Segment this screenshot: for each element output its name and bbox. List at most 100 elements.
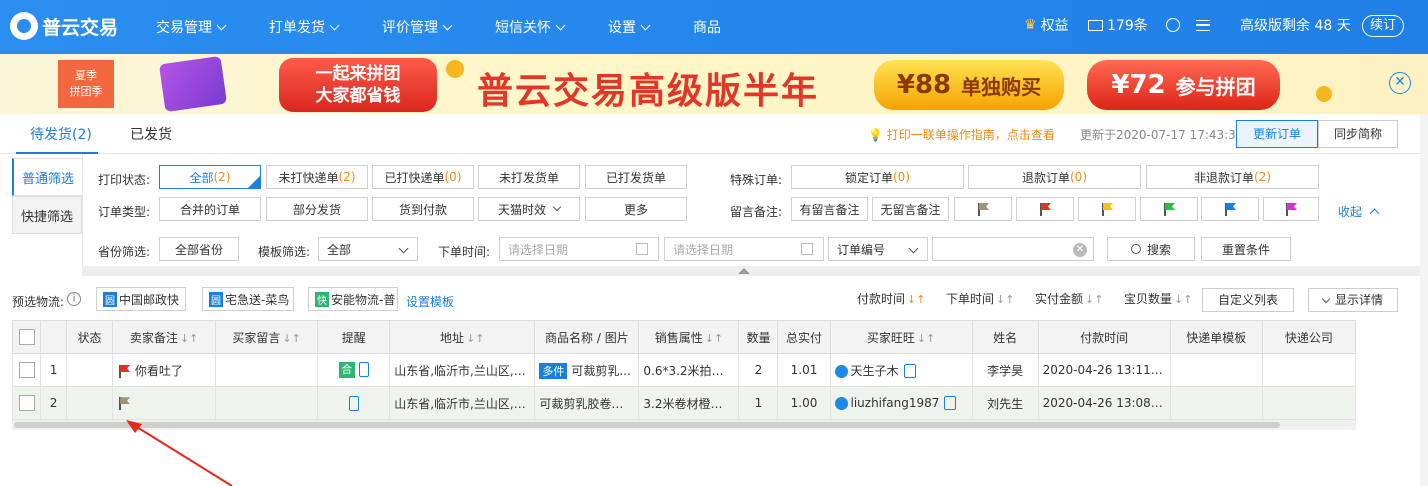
order-type-partial[interactable]: 部分发货	[266, 197, 368, 221]
tab-normal-filter[interactable]: 普通筛选	[12, 158, 82, 196]
info-icon[interactable]: i	[67, 292, 81, 306]
table-row[interactable]: 2 山东省,临沂市,兰山区,金... 可裁剪乳胶卷材... 3.2米卷材橙色*1…	[11, 386, 1357, 420]
col-attr[interactable]: 销售属性 ↓↑	[638, 320, 740, 354]
col-express-template: 快递单模板	[1169, 320, 1263, 354]
end-date-input[interactable]: 请选择日期	[664, 237, 824, 261]
province-all-button[interactable]: 全部省份	[159, 237, 239, 261]
page-vertical-scrollbar[interactable]	[1420, 114, 1428, 486]
banner-close-icon[interactable]: ✕	[1389, 72, 1411, 94]
nav-item-review[interactable]: 评价管理	[382, 17, 453, 37]
row-seller-note[interactable]	[112, 386, 217, 420]
reset-button[interactable]: 重置条件	[1201, 237, 1291, 261]
col-buyer-message[interactable]: 买家留言 ↓↑	[215, 320, 319, 354]
join-group-button[interactable]: ¥72 参与拼团	[1087, 60, 1280, 110]
row-seller-note[interactable]: 你看吐了	[112, 353, 217, 387]
flag-icon[interactable]	[117, 364, 131, 378]
filter-collapse-bar[interactable]	[82, 266, 1422, 276]
nav-item-settings[interactable]: 设置	[608, 17, 651, 37]
table-row[interactable]: 1 你看吐了 合 山东省,临沂市,兰山区,金... 多件 可裁剪乳... 0.6*…	[11, 353, 1357, 387]
collapse-filters-link[interactable]: 收起	[1338, 203, 1380, 220]
sort-pay-time[interactable]: 付款时间 ↓↑	[857, 290, 925, 307]
order-type-tmall-timing[interactable]: 天猫时效	[478, 197, 580, 221]
update-orders-button[interactable]: 更新订单	[1236, 120, 1318, 148]
show-detail-button[interactable]: 显示详情	[1308, 288, 1398, 312]
promo-banner[interactable]: 夏季 拼团季 一起来拼团 大家都省钱 普云交易高级版半年 ¥88 单独购买 ¥7…	[0, 54, 1428, 114]
messages-link[interactable]: 179条	[1088, 0, 1148, 50]
print-status-unprinted-ship[interactable]: 未打发货单	[478, 165, 580, 189]
print-guide-link[interactable]: 💡 打印一联单操作指南，点击查看	[868, 126, 1055, 143]
nav-item-goods[interactable]: 商品	[693, 17, 721, 37]
row-express-company[interactable]	[1261, 353, 1357, 387]
order-type-merged[interactable]: 合并的订单	[159, 197, 261, 221]
sort-order-time[interactable]: 下单时间 ↓↑	[946, 290, 1014, 307]
rights-link[interactable]: ♛ 权益	[1024, 0, 1069, 50]
template-select[interactable]: 全部	[318, 237, 418, 261]
row-select-cell[interactable]	[11, 386, 42, 420]
row-product[interactable]: 多件 可裁剪乳...	[534, 353, 640, 387]
print-status-unprinted-express[interactable]: 未打快递单 (2)	[266, 165, 368, 189]
select-all-checkbox[interactable]	[18, 329, 35, 345]
remark-none[interactable]: 无留言备注	[872, 197, 949, 221]
row-product[interactable]: 可裁剪乳胶卷材...	[534, 386, 640, 420]
order-field-select[interactable]: 订单编号	[828, 237, 928, 261]
order-type-more[interactable]: 更多	[585, 197, 687, 221]
custom-columns-button[interactable]: 自定义列表	[1202, 288, 1294, 312]
nav-item-sms[interactable]: 短信关怀	[495, 17, 566, 37]
row-express-template[interactable]	[1169, 386, 1263, 420]
row-buyer[interactable]: 天生子木	[829, 353, 973, 387]
flag-filter-blue[interactable]	[1201, 197, 1259, 221]
sort-amount[interactable]: 实付金额 ↓↑	[1035, 290, 1103, 307]
nav-item-print[interactable]: 打单发货	[269, 17, 340, 37]
flag-filter-green[interactable]	[1140, 197, 1198, 221]
logistics-chip-anneng[interactable]: 快 安能物流-普	[308, 287, 398, 311]
menu-list-icon[interactable]	[1196, 0, 1210, 50]
row-checkbox[interactable]	[18, 395, 35, 411]
flag-filter-purple[interactable]	[1263, 197, 1319, 221]
clear-icon[interactable]: ✕	[1073, 243, 1087, 257]
chevron-up-icon	[1369, 208, 1380, 219]
flag-filter-yellow[interactable]	[1078, 197, 1136, 221]
flag-filter-red[interactable]	[1016, 197, 1074, 221]
remark-has[interactable]: 有留言备注	[791, 197, 868, 221]
logistics-badge: 快	[315, 291, 329, 307]
buy-single-button[interactable]: ¥88 单独购买	[874, 60, 1064, 110]
select-all-cell[interactable]	[11, 320, 42, 354]
print-status-printed-express[interactable]: 已打快递单 (0)	[372, 165, 474, 189]
app-logo[interactable]: 普云交易	[10, 12, 118, 40]
flag-icon[interactable]	[117, 396, 131, 411]
col-seller-note[interactable]: 卖家备注 ↓↑	[112, 320, 217, 354]
tab-shipped[interactable]: 已发货	[130, 124, 172, 144]
special-locked[interactable]: 锁定订单 (0)	[791, 165, 964, 189]
service-icon[interactable]	[1166, 0, 1180, 50]
sort-qty[interactable]: 宝贝数量 ↓↑	[1124, 290, 1192, 307]
sync-short-name-button[interactable]: 同步简称	[1318, 120, 1398, 148]
template-settings-link[interactable]: 设置模板	[406, 293, 454, 310]
order-search-input[interactable]: ✕	[932, 237, 1094, 261]
copy-icon[interactable]	[903, 364, 916, 378]
tab-pending[interactable]: 待发货(2)	[30, 124, 92, 144]
row-buyer[interactable]: liuzhifang1987	[829, 386, 973, 420]
nav-item-trade[interactable]: 交易管理	[156, 17, 227, 37]
print-status-all[interactable]: 全部 (2)	[159, 165, 261, 189]
copy-icon[interactable]	[944, 396, 957, 411]
special-non-refund[interactable]: 非退款订单 (2)	[1146, 165, 1319, 189]
row-checkbox[interactable]	[18, 362, 35, 378]
special-refund[interactable]: 退款订单 (0)	[968, 165, 1141, 189]
renew-button[interactable]: 续订	[1362, 15, 1404, 37]
print-status-printed-ship[interactable]: 已打发货单	[585, 165, 687, 189]
flag-filter-gray[interactable]	[954, 197, 1012, 221]
caret-up-icon	[738, 268, 750, 274]
search-button[interactable]: 搜索	[1107, 237, 1195, 261]
col-address[interactable]: 地址 ↓↑	[389, 320, 536, 354]
wangwang-icon[interactable]	[834, 364, 848, 378]
row-express-template[interactable]	[1169, 353, 1263, 387]
row-express-company[interactable]	[1261, 386, 1357, 420]
logistics-chip-post[interactable]: 圆 中国邮政快	[96, 287, 186, 311]
row-select-cell[interactable]	[11, 353, 42, 387]
order-type-cod[interactable]: 货到付款	[372, 197, 474, 221]
tab-quick-filter[interactable]: 快捷筛选	[12, 196, 82, 234]
wangwang-icon[interactable]	[834, 396, 848, 410]
start-date-input[interactable]: 请选择日期	[499, 237, 659, 261]
logistics-chip-zjs[interactable]: 圆 宅急送-菜鸟	[202, 287, 294, 311]
col-buyer[interactable]: 买家旺旺 ↓↑	[829, 320, 973, 354]
